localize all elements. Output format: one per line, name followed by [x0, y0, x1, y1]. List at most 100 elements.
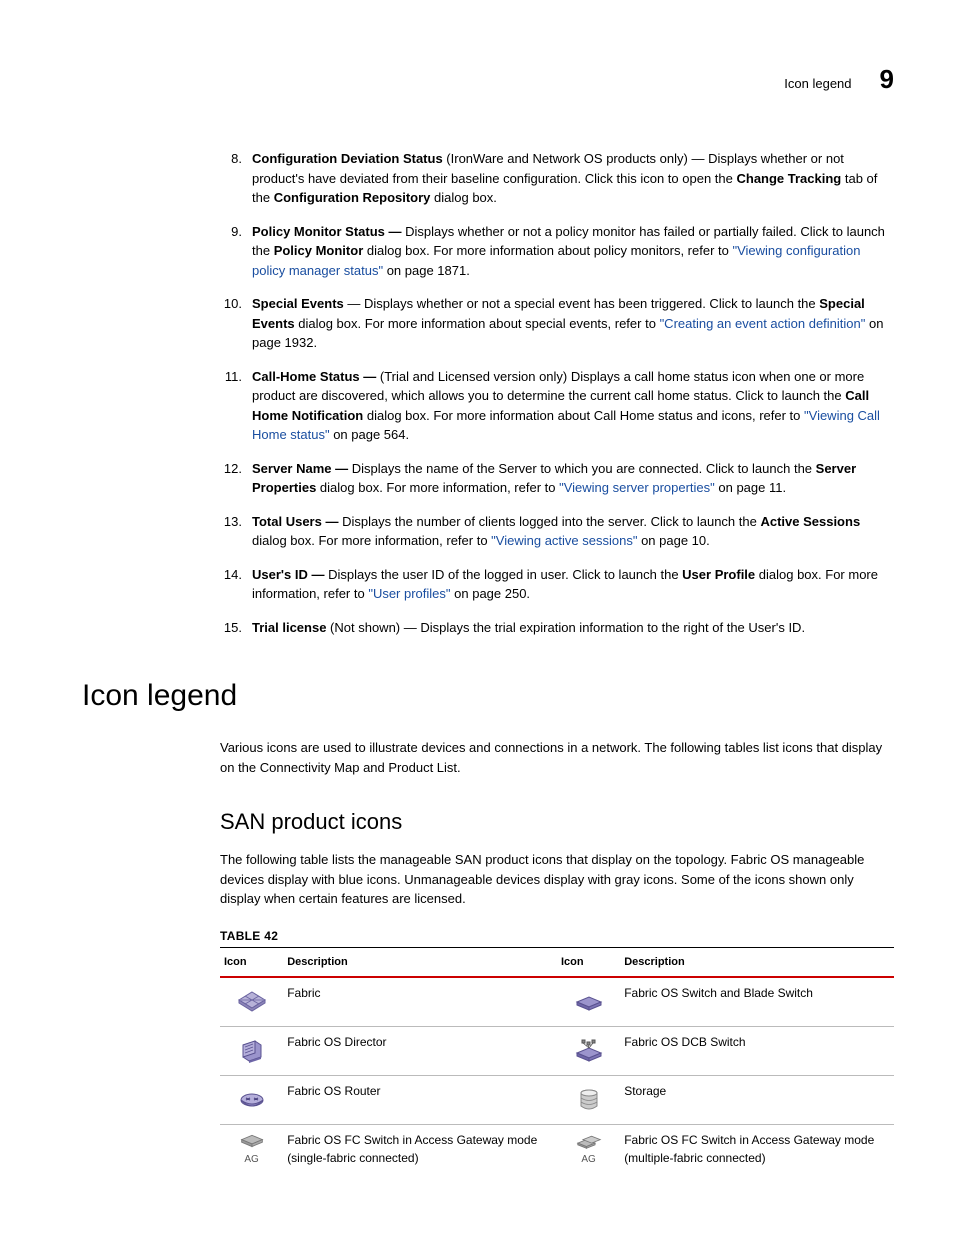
list-item: 8.Configuration Deviation Status (IronWa… — [220, 149, 894, 208]
icon-cell — [557, 1076, 620, 1125]
section-title: Icon legend — [82, 673, 894, 718]
storage-icon — [571, 1082, 607, 1118]
text-run: dialog box. For more information, refer … — [316, 480, 559, 495]
table-row: AG Fabric OS FC Switch in Access Gateway … — [220, 1125, 894, 1174]
item-number: 14. — [220, 565, 242, 604]
item-body: Policy Monitor Status — Displays whether… — [252, 222, 894, 281]
text-run: (Not shown) — Displays the trial expirat… — [330, 620, 805, 635]
bold-text: Call-Home Status — — [252, 369, 380, 384]
item-body: Special Events — Displays whether or not… — [252, 294, 894, 353]
header-section-label: Icon legend — [784, 74, 851, 94]
list-item: 13. Total Users — Displays the number of … — [220, 512, 894, 551]
description-cell: Fabric — [283, 977, 557, 1027]
description-cell: Storage — [620, 1076, 894, 1125]
icon-cell — [557, 977, 620, 1027]
list-item: 14. User's ID — Displays the user ID of t… — [220, 565, 894, 604]
icon-cell: AG — [557, 1125, 620, 1174]
icon-cell — [220, 977, 283, 1027]
item-body: User's ID — Displays the user ID of the … — [252, 565, 894, 604]
cross-reference-link[interactable]: "Viewing server properties" — [559, 480, 715, 495]
text-run: dialog box. For more information about s… — [295, 316, 660, 331]
router-icon — [234, 1082, 270, 1118]
bold-text: Configuration Repository — [274, 190, 431, 205]
item-body: Total Users — Displays the number of cli… — [252, 512, 894, 551]
section-intro: Various icons are used to illustrate dev… — [220, 738, 894, 777]
item-number: 11. — [220, 367, 242, 445]
text-run: on page 1871. — [383, 263, 470, 278]
text-run: dialog box. For more information about C… — [363, 408, 804, 423]
bold-text: Total Users — — [252, 514, 342, 529]
numbered-list: 8.Configuration Deviation Status (IronWa… — [220, 149, 894, 637]
table-row: Fabric Fabric OS Switch and Blade Switch — [220, 977, 894, 1027]
bold-text: Change Tracking — [736, 171, 841, 186]
bold-text: Policy Monitor Status — — [252, 224, 405, 239]
text-run: on page 11. — [715, 480, 786, 495]
text-run: dialog box. For more information about p… — [363, 243, 732, 258]
dcb-switch-icon — [571, 1033, 607, 1069]
bold-text: Policy Monitor — [274, 243, 364, 258]
cross-reference-link[interactable]: "Creating an event action definition" — [660, 316, 866, 331]
page-header: Icon legend 9 — [60, 60, 894, 99]
bold-text: User Profile — [682, 567, 755, 582]
list-item: 11. Call-Home Status — (Trial and License… — [220, 367, 894, 445]
list-item: 12. Server Name — Displays the name of th… — [220, 459, 894, 498]
th-icon-1: Icon — [220, 947, 283, 977]
description-cell: Fabric OS Switch and Blade Switch — [620, 977, 894, 1027]
table-row: Fabric OS Director Fabric OS DCB Switch — [220, 1027, 894, 1076]
chapter-number: 9 — [880, 60, 894, 99]
ag-single-icon: AG — [234, 1131, 270, 1167]
text-run: dialog box. — [430, 190, 497, 205]
bold-text: User's ID — — [252, 567, 328, 582]
th-desc-2: Description — [620, 947, 894, 977]
switch-icon — [571, 984, 607, 1020]
table-row: Fabric OS Router Storage — [220, 1076, 894, 1125]
item-number: 12. — [220, 459, 242, 498]
subsection-title: SAN product icons — [220, 805, 894, 838]
text-run: Displays the user ID of the logged in us… — [328, 567, 682, 582]
bold-text: Active Sessions — [760, 514, 860, 529]
bold-text: Special Events — [252, 296, 344, 311]
description-cell: Fabric OS FC Switch in Access Gateway mo… — [283, 1125, 557, 1174]
subsection-intro: The following table lists the manageable… — [220, 850, 894, 909]
ag-label: AG — [581, 1152, 595, 1167]
item-body: Trial license (Not shown) — Displays the… — [252, 618, 894, 638]
text-run: on page 10. — [637, 533, 709, 548]
icon-table: Icon Description Icon Description Fabric… — [220, 947, 894, 1174]
table-label: TABLE 42 — [220, 927, 894, 945]
item-number: 13. — [220, 512, 242, 551]
th-desc-1: Description — [283, 947, 557, 977]
description-cell: Fabric OS DCB Switch — [620, 1027, 894, 1076]
ag-label: AG — [244, 1152, 258, 1167]
bold-text: Server Name — — [252, 461, 352, 476]
cross-reference-link[interactable]: "User profiles" — [368, 586, 450, 601]
item-body: Call-Home Status — (Trial and Licensed v… — [252, 367, 894, 445]
description-cell: Fabric OS Director — [283, 1027, 557, 1076]
director-icon — [234, 1033, 270, 1069]
description-cell: Fabric OS Router — [283, 1076, 557, 1125]
bold-text: Trial license — [252, 620, 330, 635]
cross-reference-link[interactable]: "Viewing active sessions" — [491, 533, 637, 548]
text-run: on page 564. — [330, 427, 410, 442]
list-item: 10. Special Events — Displays whether or … — [220, 294, 894, 353]
text-run: Displays the name of the Server to which… — [352, 461, 816, 476]
list-item: 15. Trial license (Not shown) — Displays … — [220, 618, 894, 638]
text-run: dialog box. For more information, refer … — [252, 533, 491, 548]
ag-multi-icon: AG — [571, 1131, 607, 1167]
item-number: 10. — [220, 294, 242, 353]
item-body: Server Name — Displays the name of the S… — [252, 459, 894, 498]
icon-cell: AG — [220, 1125, 283, 1174]
icon-cell — [220, 1027, 283, 1076]
bold-text: Configuration Deviation Status — [252, 151, 446, 166]
list-item: 9.Policy Monitor Status — Displays wheth… — [220, 222, 894, 281]
description-cell: Fabric OS FC Switch in Access Gateway mo… — [620, 1125, 894, 1174]
text-run: Displays the number of clients logged in… — [342, 514, 760, 529]
icon-cell — [557, 1027, 620, 1076]
text-run: — Displays whether or not a special even… — [344, 296, 819, 311]
fabric-icon — [234, 984, 270, 1020]
icon-cell — [220, 1076, 283, 1125]
th-icon-2: Icon — [557, 947, 620, 977]
item-number: 15. — [220, 618, 242, 638]
item-body: Configuration Deviation Status (IronWare… — [252, 149, 894, 208]
text-run: on page 250. — [451, 586, 531, 601]
item-number: 9. — [220, 222, 242, 281]
